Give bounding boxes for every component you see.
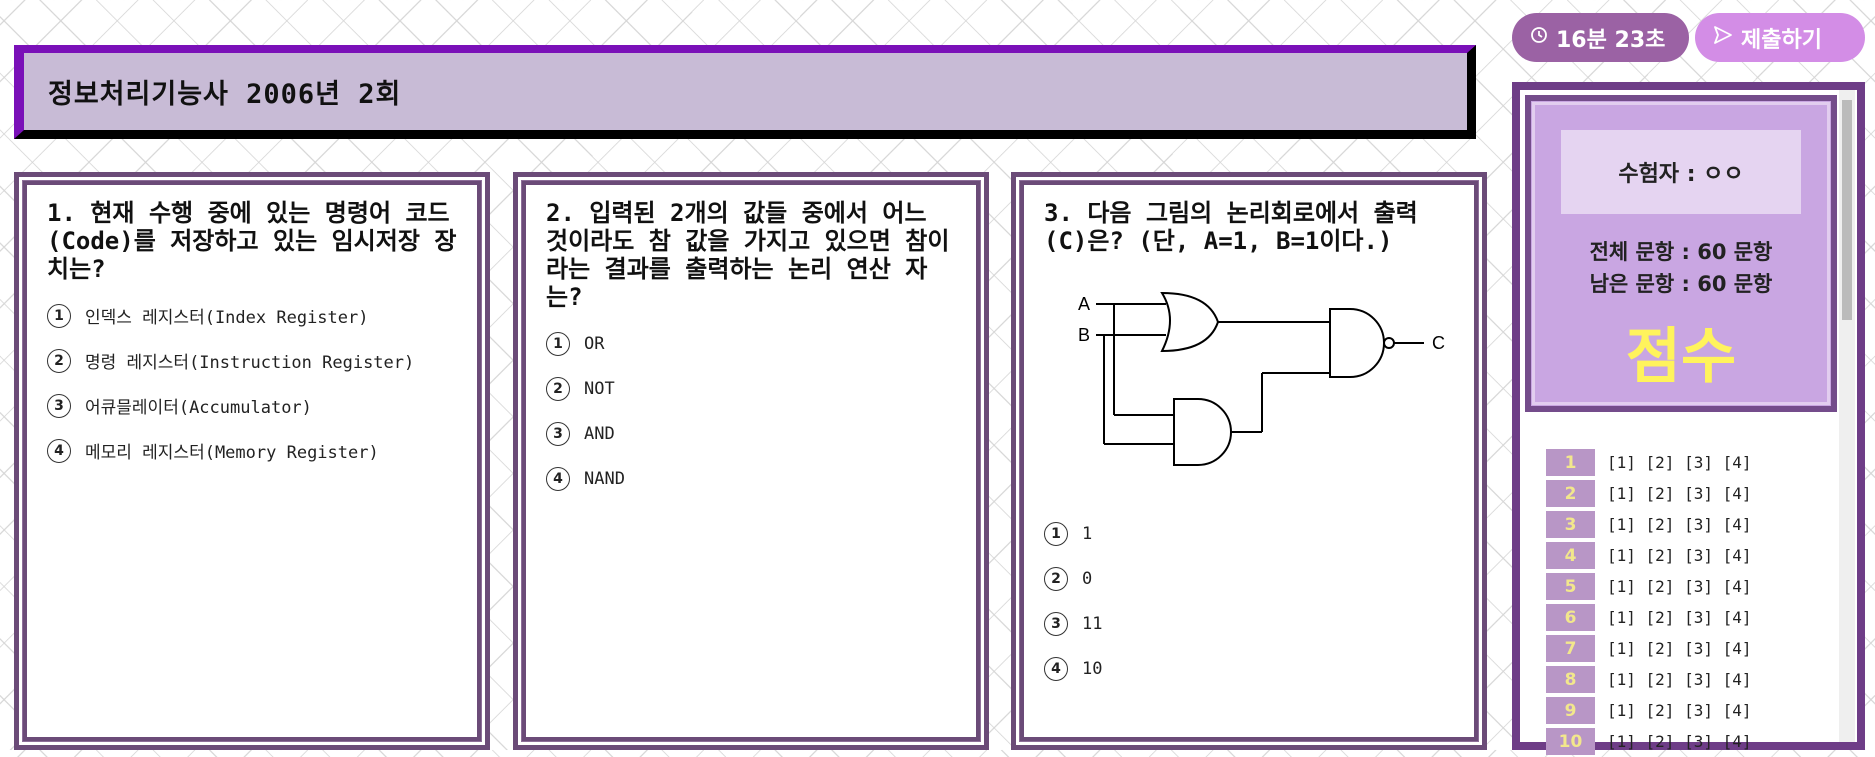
answer-row[interactable]: 5 [1] [2] [3] [4] [1546,571,1826,602]
answer-choices[interactable]: [1] [2] [3] [4] [1607,484,1752,503]
answer-choices[interactable]: [1] [2] [3] [4] [1607,577,1752,596]
option-4[interactable]: 4 메모리 레지스터(Memory Register) [47,428,457,473]
option-text: 인덱스 레지스터(Index Register) [85,308,369,328]
option-3[interactable]: 3 11 [1044,601,1454,646]
answer-row[interactable]: 6 [1] [2] [3] [4] [1546,602,1826,633]
submit-button[interactable]: 제출하기 [1695,13,1865,62]
answer-choices[interactable]: [1] [2] [3] [4] [1607,701,1752,720]
question-card-2: 2. 입력된 2개의 값들 중에서 어느 것이라도 참 값을 가지고 있으면 참… [513,172,989,750]
question-counts: 전체 문항 : 60 문항 남은 문항 : 60 문항 [1531,236,1831,300]
option-1[interactable]: 1 인덱스 레지스터(Index Register) [47,293,457,338]
answer-choices[interactable]: [1] [2] [3] [4] [1607,546,1752,565]
answer-choices[interactable]: [1] [2] [3] [4] [1607,732,1752,751]
send-icon [1713,25,1733,51]
option-number: 4 [546,466,570,491]
option-2[interactable]: 20 [1044,556,1454,601]
answer-number: 4 [1546,542,1595,569]
clock-icon [1530,25,1548,50]
exam-title: 정보처리기능사 2006년 2회 [48,79,402,110]
panel-scrollbar[interactable] [1839,90,1855,742]
option-1[interactable]: 1 OR [546,321,956,366]
logic-circuit-diagram: A B C [1078,291,1445,466]
answer-row[interactable]: 10 [1] [2] [3] [4] [1546,726,1826,757]
answer-number: 6 [1546,604,1595,631]
option-list: 1 OR 2 NOT 3 AND 4 NAND [542,321,960,501]
remaining-questions: 남은 문항 : 60 문항 [1589,272,1773,296]
option-text: 10 [1082,658,1103,679]
answer-number: 10 [1546,728,1595,755]
question-text: 1. 현재 수행 중에 있는 명령어 코드(Code)를 저장하고 있는 임시저… [47,199,457,283]
answer-choices[interactable]: [1] [2] [3] [4] [1607,515,1752,534]
circuit-label-c: C [1432,333,1445,353]
answer-number: 7 [1546,635,1595,662]
side-panel: 수험자 : ㅇㅇ 전체 문항 : 60 문항 남은 문항 : 60 문항 점수 … [1512,82,1865,755]
option-3[interactable]: 3 AND [546,411,956,456]
option-number: 3 [546,421,570,446]
option-number: 3 [47,393,71,418]
answer-row[interactable]: 4 [1] [2] [3] [4] [1546,540,1826,571]
option-number: 4 [1044,656,1068,681]
answer-choices[interactable]: [1] [2] [3] [4] [1607,670,1752,689]
option-number: 1 [546,331,570,356]
option-list: 11 20 3 11 4 10 [1040,511,1458,691]
circuit-label-a: A [1078,294,1090,314]
option-number: 1 [47,303,71,328]
answer-number: 5 [1546,573,1595,600]
option-text: 메모리 레지스터(Memory Register) [85,443,379,463]
option-4[interactable]: 4 NAND [546,456,956,501]
question-text: 3. 다음 그림의 논리회로에서 출력 (C)은? (단, A=1, B=1이다… [1044,199,1418,255]
answer-row[interactable]: 8 [1] [2] [3] [4] [1546,664,1826,695]
answer-choices[interactable]: [1] [2] [3] [4] [1607,608,1752,627]
total-questions: 전체 문항 : 60 문항 [1589,240,1773,264]
option-text: OR [584,333,605,354]
answer-number: 2 [1546,480,1595,507]
timer-badge: 16분 23초 [1512,13,1689,62]
option-text: 0 [1082,568,1093,589]
option-text: 11 [1082,613,1103,634]
option-2[interactable]: 2 명령 레지스터(Instruction Register) [47,338,457,383]
option-number: 2 [546,376,570,401]
answer-row[interactable]: 1 [1] [2] [3] [4] [1546,447,1826,478]
option-text: NOT [584,378,615,399]
examinee-name: 수험자 : ㅇㅇ [1561,130,1801,214]
answer-row[interactable]: 7 [1] [2] [3] [4] [1546,633,1826,664]
answer-row[interactable]: 3 [1] [2] [3] [4] [1546,509,1826,540]
option-number: 2 [1044,566,1068,591]
question-card-1: 1. 현재 수행 중에 있는 명령어 코드(Code)를 저장하고 있는 임시저… [14,172,490,750]
option-text: 1 [1082,523,1093,544]
option-number: 3 [1044,611,1068,636]
score-label: 점수 [1625,322,1737,392]
answer-sheet: 1 [1] [2] [3] [4] 2 [1] [2] [3] [4] 3 [1] [… [1546,447,1826,757]
question-text: 2. 입력된 2개의 값들 중에서 어느 것이라도 참 값을 가지고 있으면 참… [546,199,950,311]
circuit-label-b: B [1078,325,1090,345]
option-4[interactable]: 4 10 [1044,646,1454,691]
question-card-3: 3. 다음 그림의 논리회로에서 출력 (C)은? (단, A=1, B=1이다… [1011,172,1487,750]
option-2[interactable]: 2 NOT [546,366,956,411]
option-number: 1 [1044,521,1068,546]
timer-text: 16분 23초 [1556,27,1666,53]
answer-row[interactable]: 9 [1] [2] [3] [4] [1546,695,1826,726]
answer-choices[interactable]: [1] [2] [3] [4] [1607,453,1752,472]
option-3[interactable]: 3 어큐믈레이터(Accumulator) [47,383,457,428]
submit-label: 제출하기 [1741,27,1822,53]
option-text: 명령 레지스터(Instruction Register) [85,353,415,373]
option-text: NAND [584,468,625,489]
score-box: 수험자 : ㅇㅇ 전체 문항 : 60 문항 남은 문항 : 60 문항 점수 [1525,95,1837,412]
option-list: 1 인덱스 레지스터(Index Register) 2 명령 레지스터(Instr… [43,293,461,473]
option-text: 어큐믈레이터(Accumulator) [85,398,312,418]
answer-number: 1 [1546,449,1595,476]
answer-choices[interactable]: [1] [2] [3] [4] [1607,639,1752,658]
option-number: 4 [47,438,71,463]
exam-header: 정보처리기능사 2006년 2회 [14,45,1476,139]
answer-row[interactable]: 2 [1] [2] [3] [4] [1546,478,1826,509]
option-text: AND [584,423,615,444]
option-number: 2 [47,348,71,373]
scrollbar-thumb[interactable] [1842,100,1852,320]
answer-number: 3 [1546,511,1595,538]
answer-number: 9 [1546,697,1595,724]
answer-number: 8 [1546,666,1595,693]
option-1[interactable]: 11 [1044,511,1454,556]
